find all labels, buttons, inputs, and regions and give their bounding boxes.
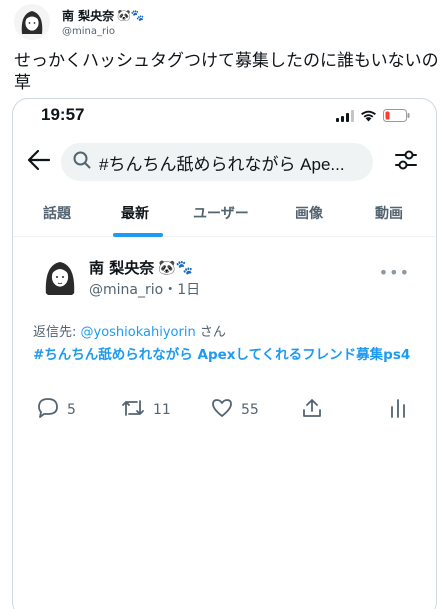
tab-people[interactable]: ユーザー	[193, 203, 249, 223]
wifi-icon	[360, 107, 377, 126]
inner-name-text: 南 梨央奈	[89, 259, 155, 277]
outer-tweet-text: せっかくハッシュタグつけて募集したのに誰もいないの草	[14, 51, 439, 93]
retweet-button[interactable]: 11	[121, 397, 171, 423]
tab-top[interactable]: 話題	[43, 203, 71, 223]
tab-latest[interactable]: 最新	[121, 203, 149, 223]
analytics-icon	[389, 397, 407, 423]
outer-tweet-header: 南 梨央奈 🐼🐾 @mina_rio	[14, 4, 145, 40]
search-row: #ちんちん舐められながら Ape...	[13, 139, 436, 183]
avatar[interactable]	[14, 4, 50, 40]
active-tab-indicator	[113, 233, 163, 237]
search-tabs: 話題 最新 ユーザー 画像 動画	[13, 197, 436, 237]
outer-name-text: 南 梨央奈	[62, 9, 115, 23]
reply-suffix: さん	[195, 325, 226, 340]
back-arrow-icon[interactable]	[27, 149, 51, 175]
inner-display-name[interactable]: 南 梨央奈 🐼🐾	[89, 257, 193, 278]
tab-photos[interactable]: 画像	[295, 203, 323, 223]
reply-icon	[37, 397, 59, 423]
hashtag-link[interactable]: #ちんちん舐められながら Apexしてくれるフレンド募集ps4	[33, 345, 423, 365]
reply-button[interactable]: 5	[37, 397, 76, 423]
battery-icon	[383, 107, 410, 126]
separator-dot: ・	[163, 282, 178, 298]
signal-icon	[336, 107, 354, 126]
reply-mention-link[interactable]: @yoshiokahiyorin	[81, 325, 196, 340]
inner-name-emoji: 🐼🐾	[158, 259, 194, 276]
retweet-count: 11	[153, 402, 171, 418]
reply-count: 5	[67, 402, 76, 418]
tab-videos[interactable]: 動画	[375, 203, 403, 223]
reply-prefix: 返信先:	[33, 325, 81, 340]
heart-icon	[211, 397, 233, 423]
embedded-screenshot-card[interactable]: 19:57 #ちんちん舐められながら Ape... 話題 最新 ユーザー 画像 …	[12, 98, 437, 609]
more-options-icon[interactable]: •••	[379, 263, 410, 282]
inner-time[interactable]: 1日	[177, 282, 200, 298]
filter-settings-icon[interactable]	[394, 149, 418, 175]
search-icon	[73, 151, 91, 173]
outer-handle[interactable]: @mina_rio	[62, 26, 145, 37]
status-icons	[336, 107, 410, 126]
share-button[interactable]	[301, 397, 323, 423]
status-time: 19:57	[41, 105, 85, 124]
reply-to-line: 返信先: @yoshiokahiyorin さん	[33, 321, 226, 340]
like-count: 55	[241, 402, 259, 418]
share-icon	[301, 397, 323, 423]
search-input[interactable]: #ちんちん舐められながら Ape...	[61, 143, 373, 181]
search-query: #ちんちん舐められながら Ape...	[99, 154, 345, 174]
retweet-icon	[121, 397, 145, 423]
tweet-actions: 5 11 55	[13, 397, 436, 427]
outer-name-emoji: 🐼🐾	[117, 9, 145, 22]
like-button[interactable]: 55	[211, 397, 259, 423]
analytics-button[interactable]	[389, 397, 407, 423]
inner-handle-time: @mina_rio・1日	[89, 279, 200, 299]
inner-handle[interactable]: @mina_rio	[89, 282, 163, 298]
outer-display-name[interactable]: 南 梨央奈 🐼🐾	[62, 7, 145, 24]
status-bar: 19:57	[13, 99, 436, 133]
avatar[interactable]	[39, 255, 81, 299]
